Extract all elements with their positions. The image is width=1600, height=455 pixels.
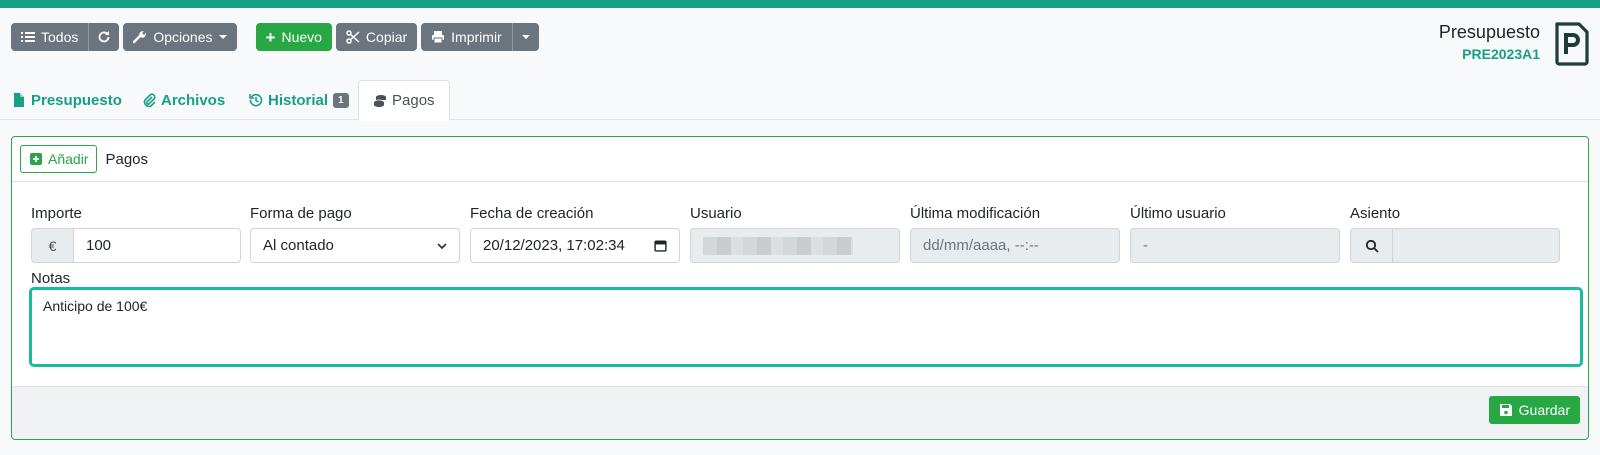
- all-button[interactable]: Todos: [11, 23, 89, 51]
- tab-presupuesto[interactable]: Presupuesto: [12, 80, 122, 120]
- payment-method-value: Al contado: [263, 237, 334, 254]
- amount-input[interactable]: 100: [73, 228, 241, 263]
- print-label: Imprimir: [451, 29, 502, 45]
- tab-label: Presupuesto: [31, 91, 122, 109]
- document-p-icon: [1555, 22, 1589, 66]
- euro-addon: €: [31, 228, 73, 263]
- search-icon: [1365, 239, 1379, 253]
- save-label: Guardar: [1518, 402, 1570, 418]
- options-button[interactable]: Opciones: [123, 23, 237, 51]
- chevron-down-icon: [437, 242, 447, 249]
- add-label: Añadir: [48, 151, 89, 167]
- user-field: Usuario: [690, 205, 900, 263]
- user-input: [690, 228, 900, 263]
- created-date-field: Fecha de creación 20/12/2023, 17:02:34: [470, 205, 680, 263]
- refresh-button[interactable]: [88, 23, 120, 51]
- copy-group: Copiar: [335, 23, 418, 51]
- last-user-field: Último usuario -: [1130, 205, 1340, 263]
- modified-date-label: Última modificación: [910, 205, 1041, 222]
- document-title: Presupuesto: [1438, 22, 1540, 42]
- toolbar: Todos Opciones + Nuevo Copiar Imprimir: [11, 23, 543, 51]
- copy-label: Copiar: [365, 29, 408, 45]
- save-button[interactable]: Guardar: [1488, 396, 1580, 424]
- scissors-icon: [346, 30, 360, 44]
- new-group: + Nuevo: [255, 23, 332, 51]
- tab-archivos[interactable]: Archivos: [142, 80, 225, 120]
- history-icon: [249, 93, 263, 107]
- tab-historial[interactable]: Historial 1: [249, 80, 349, 120]
- payment-method-field: Forma de pago Al contado: [250, 205, 460, 263]
- created-date-input[interactable]: 20/12/2023, 17:02:34: [470, 228, 680, 263]
- options-label: Opciones: [153, 29, 213, 45]
- payment-method-label: Forma de pago: [250, 205, 352, 222]
- chevron-down-icon: [218, 35, 227, 39]
- new-label: Nuevo: [281, 29, 322, 45]
- entry-input: [1392, 228, 1560, 263]
- copy-button[interactable]: Copiar: [335, 23, 418, 51]
- paperclip-icon: [143, 93, 156, 107]
- document-header: Presupuesto PRE2023A1: [1439, 22, 1540, 62]
- amount-label: Importe: [31, 205, 82, 222]
- all-button-group: Todos: [11, 23, 120, 51]
- add-payment-button[interactable]: Añadir: [20, 145, 98, 173]
- entry-field: Asiento: [1350, 205, 1560, 263]
- notes-textarea[interactable]: Anticipo de 100€: [29, 287, 1583, 367]
- printer-icon: [432, 31, 445, 44]
- tab-label: Archivos: [161, 91, 226, 109]
- top-accent-bar: [0, 0, 1600, 8]
- document-code: PRE2023A1: [1462, 46, 1540, 62]
- file-icon: [14, 93, 24, 107]
- print-group: Imprimir: [421, 23, 539, 51]
- payment-card: Añadir Pagos Importe € 100 Forma de pago…: [11, 136, 1589, 440]
- modified-date-field: Última modificación dd/mm/aaaa, --:--: [910, 205, 1120, 263]
- print-dropdown-button[interactable]: [511, 23, 539, 51]
- notes-label: Notas: [31, 270, 71, 287]
- payment-card-footer: Guardar: [12, 386, 1588, 439]
- payment-method-select[interactable]: Al contado: [250, 228, 460, 263]
- modified-date-input: dd/mm/aaaa, --:--: [910, 228, 1120, 263]
- plus-icon: +: [265, 27, 276, 47]
- created-date-label: Fecha de creación: [470, 205, 594, 222]
- tab-label: Pagos: [392, 92, 435, 109]
- user-label: Usuario: [690, 205, 742, 222]
- all-label: Todos: [41, 29, 79, 45]
- chevron-down-icon: [521, 35, 530, 39]
- last-user-input: -: [1130, 228, 1340, 263]
- history-count-badge: 1: [333, 92, 349, 108]
- save-icon: [1499, 404, 1512, 416]
- new-button[interactable]: + Nuevo: [255, 23, 332, 51]
- amount-field: Importe € 100: [31, 205, 241, 263]
- payment-card-header: Añadir Pagos: [12, 137, 1588, 182]
- print-button[interactable]: Imprimir: [421, 23, 512, 51]
- coins-icon: [373, 94, 386, 107]
- tab-pagos[interactable]: Pagos: [358, 80, 450, 121]
- plus-square-icon: [30, 153, 42, 165]
- entry-label: Asiento: [1350, 205, 1401, 222]
- tab-bar: Presupuesto Archivos Historial 1 Pagos: [0, 80, 1600, 121]
- search-entry-button[interactable]: [1350, 228, 1392, 263]
- options-group: Opciones: [123, 23, 237, 51]
- redacted-user: [703, 236, 853, 255]
- refresh-icon: [98, 31, 110, 43]
- calendar-icon[interactable]: [654, 239, 667, 252]
- payments-title: Pagos: [105, 150, 149, 168]
- list-icon: [21, 32, 35, 42]
- wrench-icon: [133, 31, 147, 44]
- tab-label: Historial: [268, 91, 329, 109]
- last-user-label: Último usuario: [1130, 205, 1226, 222]
- created-date-value: 20/12/2023, 17:02:34: [483, 237, 625, 254]
